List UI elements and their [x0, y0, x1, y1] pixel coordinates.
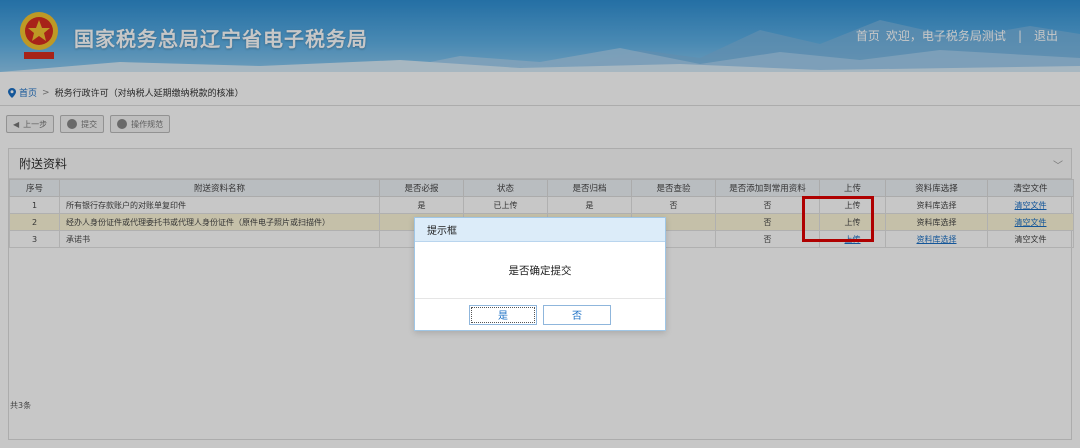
dialog-message: 是否确定提交	[508, 264, 572, 277]
confirm-yes-button[interactable]: 是	[469, 304, 537, 325]
confirm-no-button[interactable]: 否	[543, 304, 611, 325]
dialog-footer: 是 否	[415, 298, 665, 330]
dialog-title: 提示框	[415, 218, 665, 242]
confirm-dialog: 提示框 是否确定提交 是 否	[414, 217, 666, 331]
